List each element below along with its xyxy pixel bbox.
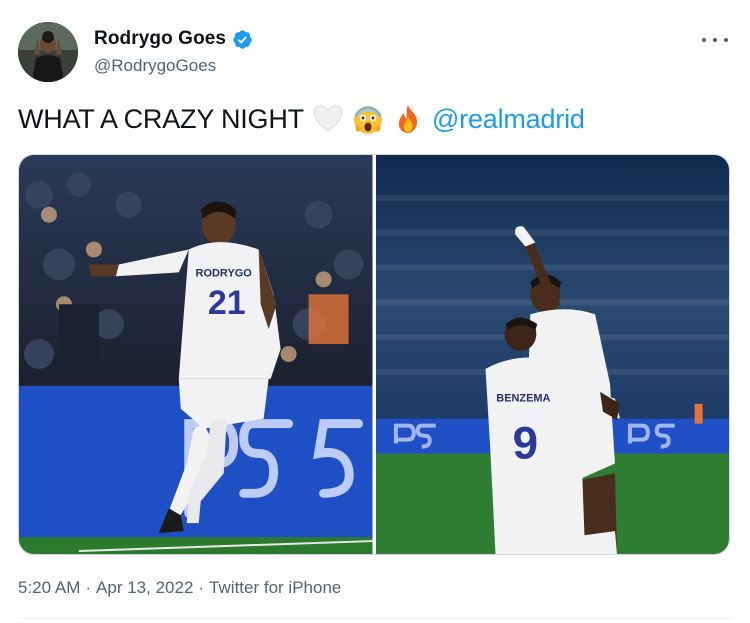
avatar[interactable] xyxy=(18,22,78,82)
meta-separator: · xyxy=(198,578,205,597)
tweet-date[interactable]: Apr 13, 2022 xyxy=(96,578,193,598)
photo-rodrygo-benzema-embrace[interactable]: BENZEMA 9 xyxy=(375,155,729,554)
tweet-text: WHAT A CRAZY NIGHT @realmadrid xyxy=(18,103,585,135)
jersey-number-21: 21 xyxy=(208,284,246,322)
more-dot xyxy=(713,38,717,42)
media-grid: RODRYGO 21 BENZEMA 9 xyxy=(18,154,730,555)
more-dot xyxy=(724,38,728,42)
face-screaming-in-fear-icon xyxy=(352,103,384,135)
jersey-name-benzema: BENZEMA xyxy=(496,393,550,405)
divider xyxy=(18,618,732,619)
more-options-icon[interactable] xyxy=(702,30,728,50)
jersey-name-rodrygo: RODRYGO xyxy=(196,267,253,279)
photo-rodrygo-celebration[interactable]: RODRYGO 21 xyxy=(19,155,373,554)
tweet-text-body: WHAT A CRAZY NIGHT xyxy=(18,103,304,134)
white-heart-icon xyxy=(312,103,344,135)
tweet: Rodrygo Goes @RodrygoGoes WHAT A CRAZY N… xyxy=(0,0,750,623)
tweet-source[interactable]: Twitter for iPhone xyxy=(209,578,341,598)
verified-badge-icon xyxy=(232,29,253,50)
fire-icon xyxy=(392,103,424,135)
tweet-metadata: 5:20 AM · Apr 13, 2022 · Twitter for iPh… xyxy=(18,578,341,598)
jersey-number-9: 9 xyxy=(512,417,537,468)
mention-link[interactable]: @realmadrid xyxy=(432,104,585,135)
author-name-row: Rodrygo Goes xyxy=(94,28,253,50)
more-dot xyxy=(702,38,706,42)
author-handle[interactable]: @RodrygoGoes xyxy=(94,56,216,76)
meta-separator: · xyxy=(85,578,92,597)
author-display-name[interactable]: Rodrygo Goes xyxy=(94,28,226,50)
tweet-time[interactable]: 5:20 AM xyxy=(18,578,80,598)
